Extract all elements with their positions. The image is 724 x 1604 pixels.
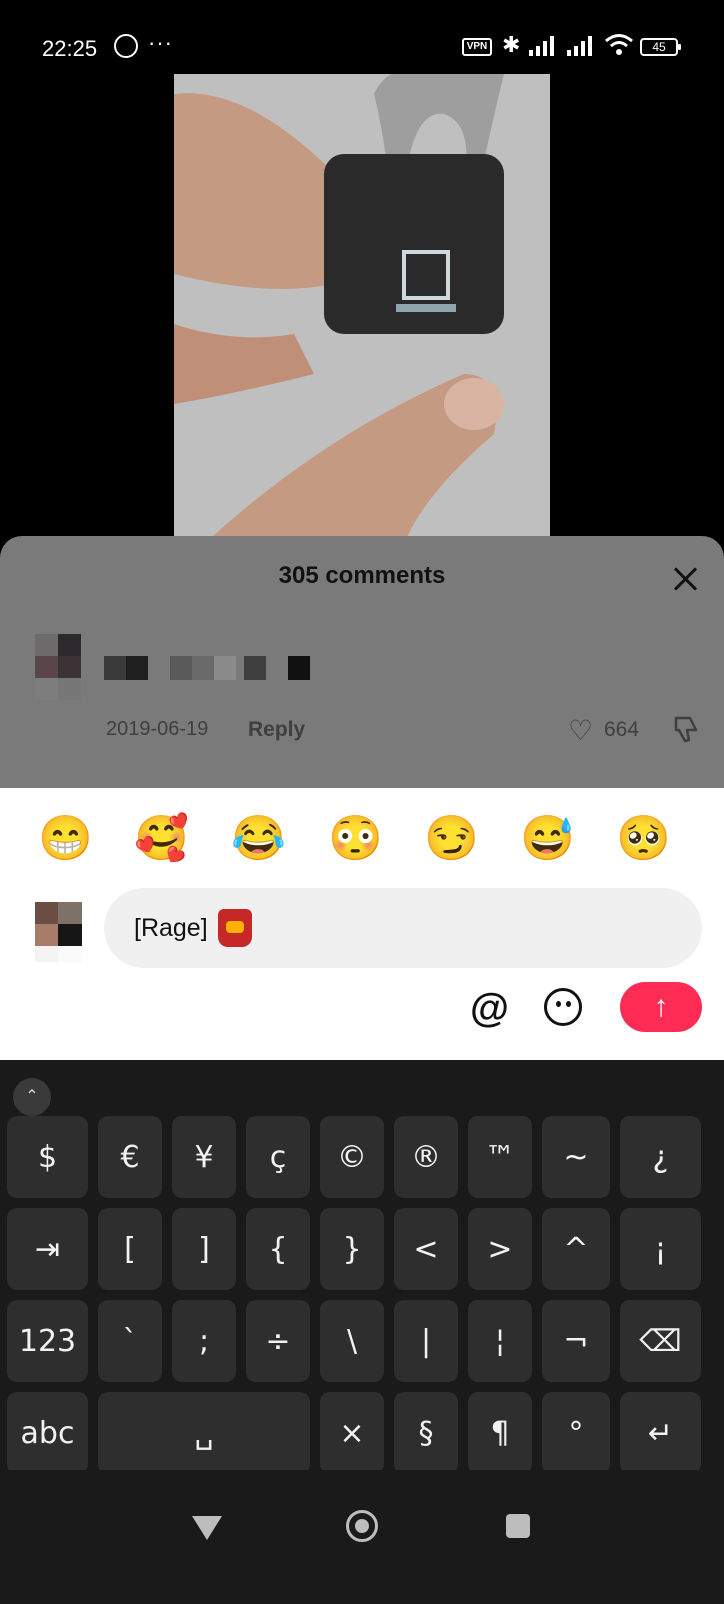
collapse-keyboard-icon[interactable]: ⌃ bbox=[13, 1078, 51, 1116]
key-right-bracket[interactable]: ] bbox=[172, 1208, 236, 1290]
video-frame bbox=[174, 74, 550, 544]
comment-input[interactable]: [Rage] bbox=[104, 888, 702, 968]
key-tilde[interactable]: ~ bbox=[542, 1116, 610, 1198]
key-less-than[interactable]: < bbox=[394, 1208, 458, 1290]
comment-composer: 😁 🥰 😂 😳 😏 😅 🥺 [Rage] @ ↑ bbox=[0, 788, 724, 1060]
key-section[interactable]: § bbox=[394, 1392, 458, 1474]
emoji-joy[interactable]: 😂 bbox=[231, 814, 286, 864]
home-icon[interactable] bbox=[346, 1510, 378, 1542]
mention-button[interactable]: @ bbox=[470, 986, 509, 1031]
key-copyright[interactable]: © bbox=[320, 1116, 384, 1198]
rage-sticker-icon bbox=[217, 909, 252, 947]
like-count: 664 bbox=[604, 718, 640, 741]
dislike-icon[interactable] bbox=[670, 714, 700, 751]
key-dollar[interactable]: $ bbox=[7, 1116, 88, 1198]
vpn-icon: VPN bbox=[462, 38, 492, 56]
emoji-sweat-smile[interactable]: 😅 bbox=[520, 814, 575, 864]
key-inverted-question[interactable]: ¿ bbox=[620, 1116, 701, 1198]
key-broken-bar[interactable]: ¦ bbox=[468, 1300, 532, 1382]
emoji-grin[interactable]: 😁 bbox=[38, 814, 93, 864]
bluetooth-icon: ✱ bbox=[502, 32, 521, 57]
emoji-smirk[interactable]: 😏 bbox=[424, 814, 479, 864]
status-time: 22:25 bbox=[42, 36, 98, 61]
key-greater-than[interactable]: > bbox=[468, 1208, 532, 1290]
signal-icon bbox=[567, 36, 592, 56]
key-registered[interactable]: ® bbox=[394, 1116, 458, 1198]
more-notifications-icon: ··· bbox=[148, 30, 173, 55]
video-player[interactable] bbox=[174, 74, 550, 544]
comment-input-text: [Rage] bbox=[134, 913, 208, 942]
key-trademark[interactable]: ™ bbox=[468, 1116, 532, 1198]
battery-icon: 45 bbox=[640, 38, 681, 56]
emoji-picker-icon[interactable] bbox=[544, 988, 582, 1026]
enter-icon[interactable]: ↵ bbox=[620, 1392, 701, 1474]
back-icon[interactable] bbox=[192, 1516, 222, 1540]
key-division[interactable]: ÷ bbox=[246, 1300, 310, 1382]
wifi-icon bbox=[605, 34, 633, 55]
key-yen[interactable]: ¥ bbox=[172, 1116, 236, 1198]
key-backslash[interactable]: \ bbox=[320, 1300, 384, 1382]
key-not-sign[interactable]: ¬ bbox=[542, 1300, 610, 1382]
my-avatar bbox=[35, 902, 82, 962]
key-right-brace[interactable]: } bbox=[320, 1208, 384, 1290]
key-tab[interactable]: ⇥ bbox=[7, 1208, 88, 1290]
emoji-smiling-hearts[interactable]: 🥰 bbox=[134, 814, 189, 864]
comment-date: 2019-06-19 bbox=[106, 718, 209, 740]
emoji-pleading[interactable]: 🥺 bbox=[616, 814, 671, 864]
key-inverted-exclamation[interactable]: ¡ bbox=[620, 1208, 701, 1290]
key-pipe[interactable]: | bbox=[394, 1300, 458, 1382]
comments-title: 305 comments bbox=[278, 562, 446, 589]
key-left-bracket[interactable]: [ bbox=[98, 1208, 162, 1290]
key-caret[interactable]: ^ bbox=[542, 1208, 610, 1290]
key-space[interactable]: ␣ bbox=[98, 1392, 310, 1474]
key-123[interactable]: 123 bbox=[7, 1300, 88, 1382]
signal-icon bbox=[529, 36, 554, 56]
comments-sheet: 305 comments 2019-06-19 Reply ♡ 664 bbox=[0, 536, 724, 788]
emoji-flushed[interactable]: 😳 bbox=[328, 814, 383, 864]
key-backtick[interactable]: ` bbox=[98, 1300, 162, 1382]
commenter-name-redacted bbox=[104, 656, 310, 680]
reply-button[interactable]: Reply bbox=[248, 718, 305, 742]
backspace-icon[interactable]: ⌫ bbox=[620, 1300, 701, 1382]
key-semicolon[interactable]: ; bbox=[172, 1300, 236, 1382]
key-left-brace[interactable]: { bbox=[246, 1208, 310, 1290]
key-c-cedilla[interactable]: ç bbox=[246, 1116, 310, 1198]
key-abc[interactable]: abc bbox=[7, 1392, 88, 1474]
system-nav-bar bbox=[0, 1470, 724, 1604]
heart-icon[interactable]: ♡ bbox=[568, 714, 593, 747]
key-multiply[interactable]: × bbox=[320, 1392, 384, 1474]
key-euro[interactable]: € bbox=[98, 1116, 162, 1198]
close-icon[interactable] bbox=[670, 564, 700, 594]
status-bar: 22:25 ··· VPN ✱ 45 bbox=[0, 0, 724, 80]
recents-icon[interactable] bbox=[506, 1514, 530, 1538]
key-degree[interactable]: ° bbox=[542, 1392, 610, 1474]
commenter-avatar[interactable] bbox=[35, 634, 81, 702]
whatsapp-icon bbox=[114, 34, 138, 58]
send-button[interactable]: ↑ bbox=[620, 982, 702, 1032]
key-pilcrow[interactable]: ¶ bbox=[468, 1392, 532, 1474]
